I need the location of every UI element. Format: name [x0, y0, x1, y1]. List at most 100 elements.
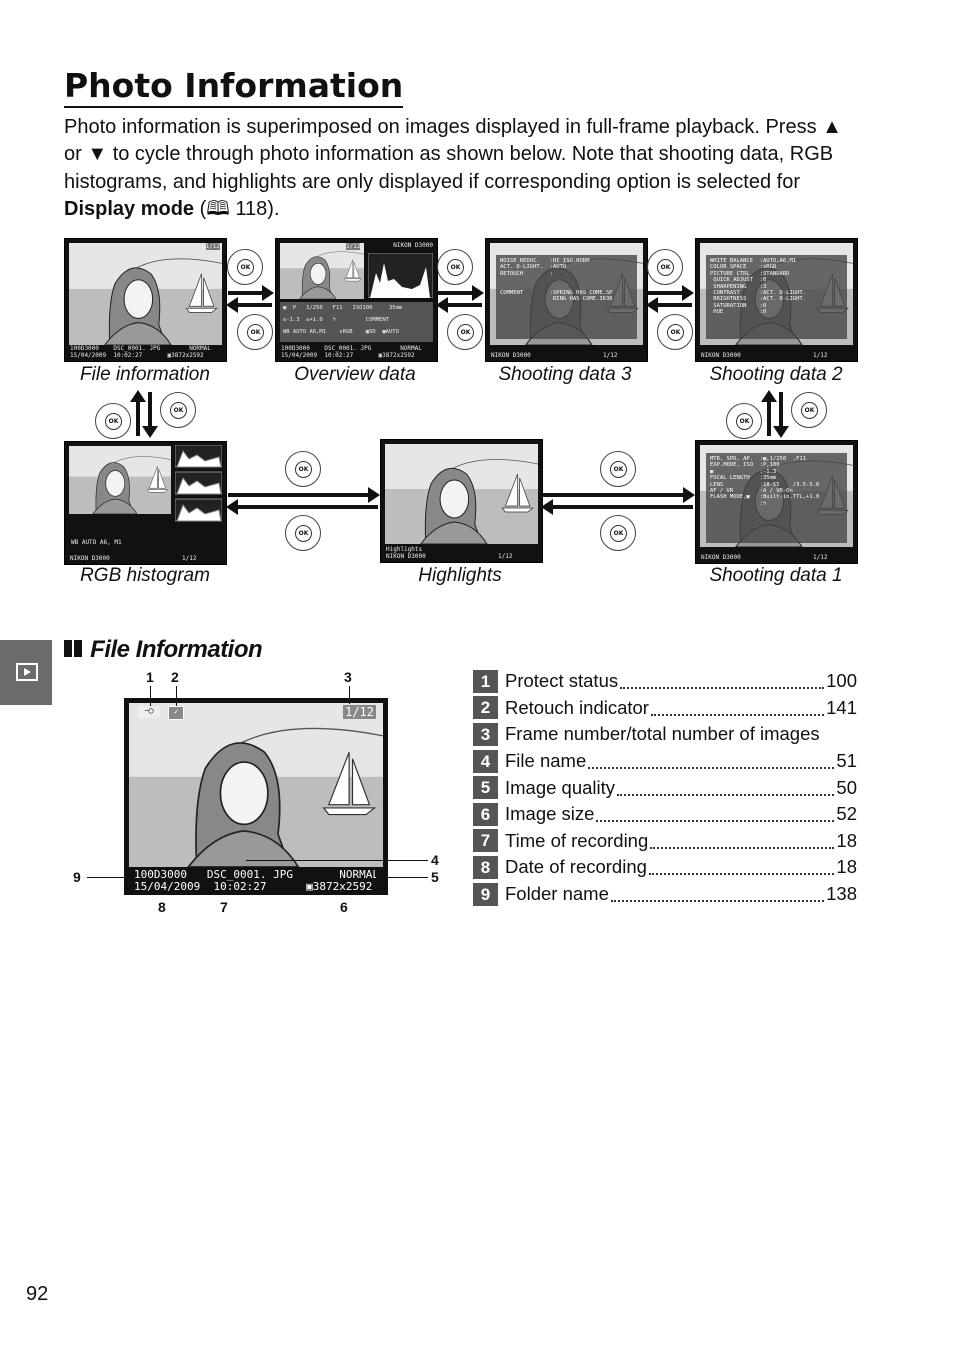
- leader-dots: [650, 700, 825, 716]
- playback-section-tab: [0, 640, 52, 705]
- callout-7: 7: [220, 899, 228, 915]
- item-page: 50: [836, 776, 857, 798]
- legend-item: 3 Frame number/total number of images: [473, 721, 857, 748]
- caption-shooting-data-3: Shooting data 3: [498, 364, 632, 385]
- item-label: Time of recording: [505, 829, 649, 851]
- shooting-data-overlay: MTR, SPD, AP. :▣,1/250 ,F11 EXP.MODE, IS…: [706, 453, 847, 543]
- arrow-right: [438, 285, 484, 301]
- arrow-down: [773, 392, 789, 438]
- screen-footer: NIKON D3000 1/12: [701, 553, 828, 561]
- callout-6: 6: [340, 899, 348, 915]
- protect-icon: ⎯◯: [138, 706, 160, 718]
- footer-line: 15/04/2009 10:02:27 ▣3872x2592: [70, 351, 204, 359]
- sample-photo: [385, 444, 538, 544]
- leader-line: [246, 860, 428, 861]
- page-title: Photo Information: [64, 66, 404, 108]
- caption-file-information: File information: [80, 364, 210, 385]
- callout-8: 8: [158, 899, 166, 915]
- manual-page: Photo Information Photo information is s…: [0, 0, 954, 1352]
- item-page: 100: [826, 670, 857, 692]
- leader-line: [349, 686, 350, 704]
- footer-line: 15/04/2009 10:02:27 ▣3872x2592: [281, 351, 415, 359]
- item-page: 138: [826, 883, 857, 905]
- item-label: Folder name: [505, 883, 609, 905]
- multi-selector-down-icon: [791, 392, 827, 428]
- callout-5: 5: [431, 869, 439, 885]
- multi-selector-down-icon: [160, 392, 196, 428]
- screen-footer: NIKON D3000 1/12: [701, 351, 828, 359]
- callout-2: 2: [171, 669, 179, 685]
- callout-3: 3: [344, 669, 352, 685]
- section-title: File Information: [90, 636, 263, 663]
- leader-dots: [648, 859, 835, 876]
- shooting-data-overlay: NOISE REDUC. :HI ISO,NORM ACT. D-LIGHT. …: [496, 255, 637, 339]
- multi-selector-up-icon: [437, 249, 473, 285]
- intro-paragraph: Photo information is superimposed on ima…: [64, 114, 864, 223]
- multi-selector-down-icon: [237, 314, 273, 350]
- screen-shooting-data-2: WHITE BALANCE :AUTO,A6,M1 COLOR SPACE :s…: [695, 238, 858, 362]
- item-label: Frame number/total number of images: [505, 723, 820, 745]
- multi-selector-up-icon: [726, 403, 762, 439]
- screen-footer: 100D3000 DSC_0001. JPG NORMAL 15/04/2009…: [281, 345, 432, 359]
- item-number: 3: [473, 722, 498, 746]
- arrow-left: [226, 297, 272, 313]
- item-number: 5: [473, 776, 498, 800]
- multi-selector-up-icon: [95, 403, 131, 439]
- screen-rgb-histogram: WB AUTO A6, M1 NIKON D3000 1/12: [64, 441, 227, 565]
- caption-highlights: Highlights: [418, 565, 502, 586]
- leader-line: [176, 686, 177, 706]
- item-number: 6: [473, 802, 498, 826]
- legend-item: 4 File name 51: [473, 748, 857, 775]
- item-page: 141: [826, 696, 857, 718]
- rgb-histograms: [175, 445, 222, 522]
- sample-photo: [129, 703, 383, 867]
- multi-selector-down-icon: [285, 515, 321, 551]
- caption-rgb-histogram: RGB histogram: [80, 565, 210, 586]
- histogram: [368, 253, 433, 298]
- arrow-down: [142, 392, 158, 438]
- item-label: Image quality: [505, 776, 616, 798]
- item-label: Image size: [505, 803, 595, 825]
- callout-4: 4: [431, 852, 439, 868]
- arrow-left: [226, 499, 378, 515]
- frame-number: 1/12: [343, 705, 376, 719]
- legend-item: 5 Image quality 50: [473, 774, 857, 801]
- multi-selector-up-icon: [285, 451, 321, 487]
- item-page: 52: [836, 803, 857, 825]
- leader-dots: [596, 806, 835, 823]
- item-number: 7: [473, 829, 498, 853]
- legend-item: 8 Date of recording 18: [473, 854, 857, 881]
- legend-item: 7 Time of recording 18: [473, 828, 857, 855]
- arrow-right: [228, 285, 274, 301]
- item-page: 51: [836, 750, 857, 772]
- page-number: 92: [26, 1283, 49, 1305]
- screen-shooting-data-1: MTR, SPD, AP. :▣,1/250 ,F11 EXP.MODE, IS…: [695, 440, 858, 564]
- arrow-right: [648, 285, 694, 301]
- legend-item: 6 Image size 52: [473, 801, 857, 828]
- book-icon: 🕮: [206, 197, 230, 220]
- display-mode-term: Display mode: [64, 197, 195, 220]
- caption-shooting-data-1: Shooting data 1: [709, 565, 843, 586]
- playback-icon: [16, 663, 38, 681]
- screen-shooting-data-3: NOISE REDUC. :HI ISO,NORM ACT. D-LIGHT. …: [485, 238, 648, 362]
- leader-dots: [617, 780, 835, 796]
- screen-footer: 100D3000 DSC_0001. JPG NORMAL 15/04/2009…: [134, 869, 379, 893]
- sample-photo: [280, 243, 364, 299]
- arrow-left: [646, 297, 692, 313]
- arrow-right: [543, 487, 695, 503]
- item-label: Protect status: [505, 670, 619, 692]
- item-page: 18: [836, 829, 857, 851]
- leader-dots: [610, 886, 825, 903]
- frame-number: 1/12: [205, 243, 220, 250]
- item-label: Date of recording: [505, 856, 647, 878]
- item-number: 1: [473, 669, 498, 693]
- arrow-right: [228, 487, 380, 503]
- intro-text: Photo information is superimposed on ima…: [64, 116, 842, 193]
- screen-footer: Highlights NIKON D3000 1/12: [386, 546, 513, 560]
- camera-name: NIKON D3000: [393, 242, 433, 249]
- item-label: Retouch indicator: [505, 696, 649, 718]
- multi-selector-down-icon: [447, 314, 483, 350]
- item-number: 2: [473, 696, 498, 720]
- frame-number: 1/12: [346, 243, 361, 250]
- file-information-diagram: ⎯◯ ✓ 1/12 100D3000 DSC_0001. JPG NORMAL …: [124, 698, 388, 895]
